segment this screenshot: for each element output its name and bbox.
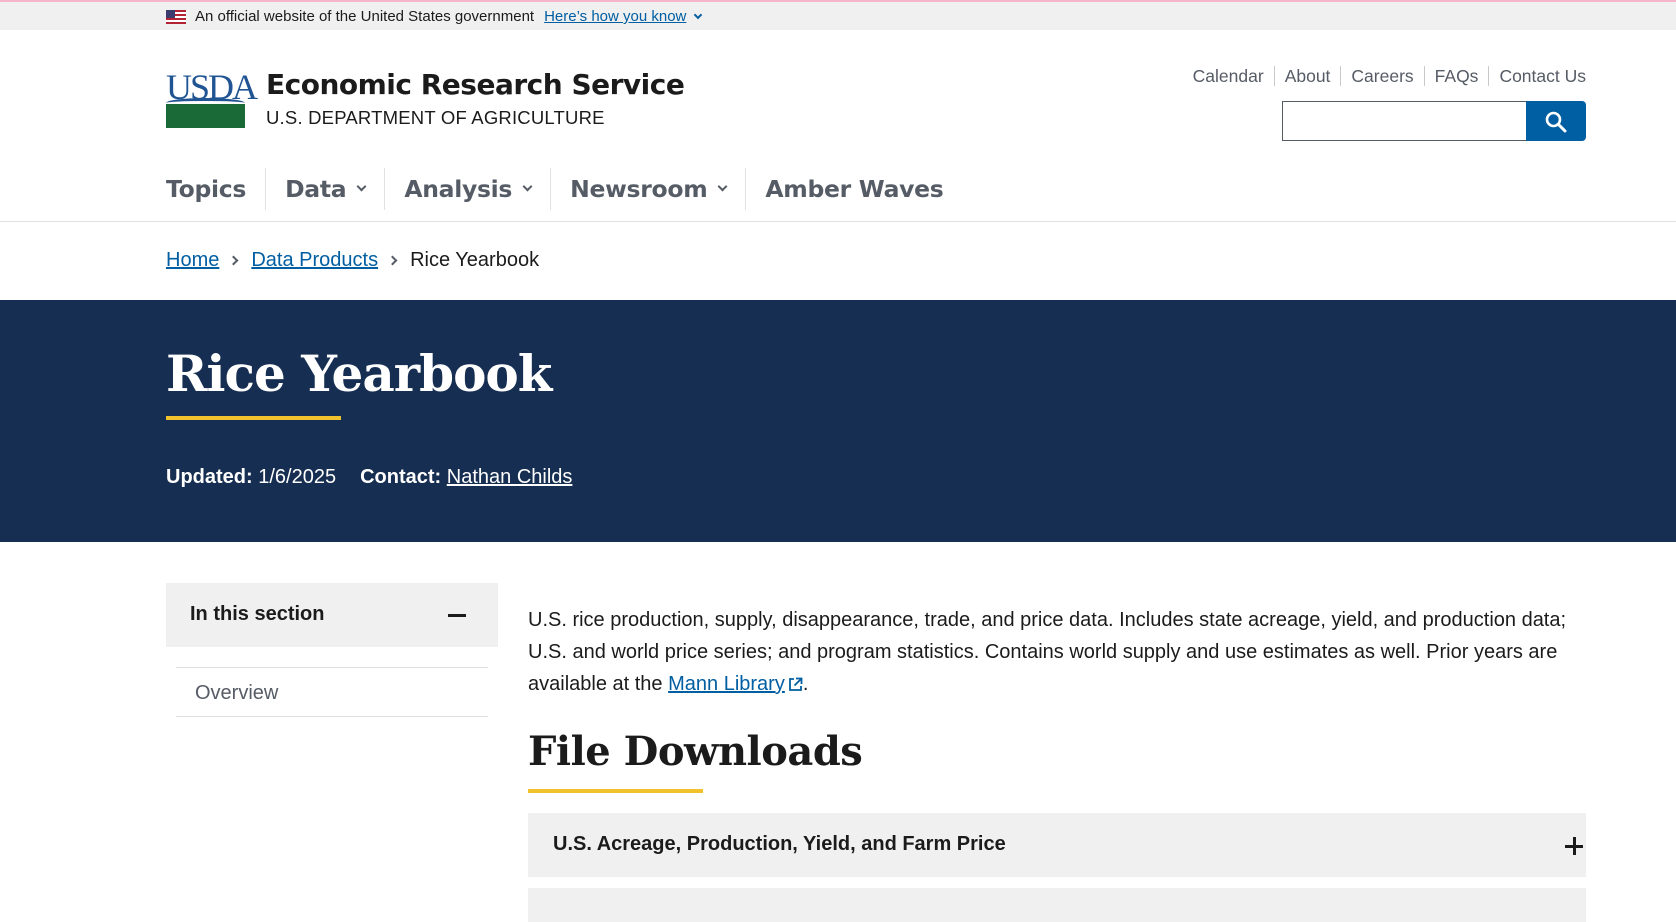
chevron-down-icon [356,181,367,192]
sidebar-item-label: Overview [195,682,279,704]
site-subtitle: U.S. DEPARTMENT OF AGRICULTURE [266,107,605,128]
downloads-underline [528,789,703,793]
section-nav-heading: In this section [190,603,325,625]
sidebar-item-overview[interactable]: Overview [176,667,488,717]
util-link-careers[interactable]: Careers [1340,66,1423,86]
accordion-label: U.S. Acreage, Production, Yield, and Far… [553,833,1006,855]
contact-label: Contact: [360,466,442,488]
intro-paragraph: U.S. rice production, supply, disappeara… [528,604,1588,700]
updated-group: Updated: 1/6/2025 [166,466,336,489]
breadcrumb-home[interactable]: Home [166,249,219,272]
nav-data[interactable]: Data [265,168,384,210]
accordion-item-acreage[interactable]: U.S. Acreage, Production, Yield, and Far… [528,813,1586,877]
mann-library-label: Mann Library [668,673,785,695]
gov-banner-text: An official website of the United States… [195,8,535,25]
how-you-know-label: Here’s how you know [544,8,687,25]
title-underline [166,416,341,420]
page-meta: Updated: 1/6/2025 Contact: Nathan Childs [166,466,596,489]
search-icon [1545,111,1567,133]
updated-value: 1/6/2025 [258,466,337,488]
util-link-about[interactable]: About [1273,66,1341,86]
nav-divider [0,221,1676,222]
chevron-right-icon [228,255,239,266]
flag-icon [166,9,186,24]
chevron-down-icon [717,181,728,192]
mann-library-link[interactable]: Mann Library [668,673,803,695]
util-link-faqs[interactable]: FAQs [1423,66,1489,86]
nav-topics[interactable]: Topics [166,168,265,210]
nav-analysis-label: Analysis [404,175,513,203]
nav-topics-label: Topics [166,175,247,203]
nav-amber-waves[interactable]: Amber Waves [745,168,962,210]
search-input[interactable] [1282,101,1527,141]
external-link-icon [788,677,803,691]
how-you-know-link[interactable]: Here’s how you know [544,8,703,25]
logo-field-icon [166,104,245,128]
section-nav-toggle[interactable]: In this section [166,583,498,647]
nav-newsroom-label: Newsroom [570,175,708,203]
usda-logo[interactable]: USDA [166,69,258,128]
site-name[interactable]: Economic Research Service [266,68,685,101]
hero-banner: Rice Yearbook Updated: 1/6/2025 Contact:… [0,300,1676,542]
downloads-heading: File Downloads [528,728,863,775]
nav-amber-waves-label: Amber Waves [765,175,944,203]
chevron-down-icon [522,181,533,192]
plus-icon [1565,837,1583,855]
breadcrumb-data-products[interactable]: Data Products [251,249,378,272]
breadcrumb: Home Data Products Rice Yearbook [166,249,539,272]
page-title: Rice Yearbook [166,344,552,403]
updated-label: Updated: [166,466,253,488]
search-button[interactable] [1526,101,1586,141]
chevron-right-icon [387,255,398,266]
main-nav: Topics Data Analysis Newsroom Amber Wave… [166,168,962,210]
util-link-calendar[interactable]: Calendar [1183,66,1274,86]
utility-nav: Calendar About Careers FAQs Contact Us [1183,66,1586,86]
nav-data-label: Data [285,175,347,203]
contact-group: Contact: Nathan Childs [360,466,572,489]
minus-icon [448,614,466,617]
intro-end: . [802,673,809,695]
util-link-contact[interactable]: Contact Us [1488,66,1586,86]
chevron-down-icon [694,10,703,19]
contact-link[interactable]: Nathan Childs [447,466,573,488]
gov-banner: An official website of the United States… [0,0,1676,30]
nav-analysis[interactable]: Analysis [384,168,550,210]
nav-newsroom[interactable]: Newsroom [550,168,745,210]
accordion-item-next[interactable] [528,888,1586,922]
breadcrumb-current: Rice Yearbook [410,249,540,271]
